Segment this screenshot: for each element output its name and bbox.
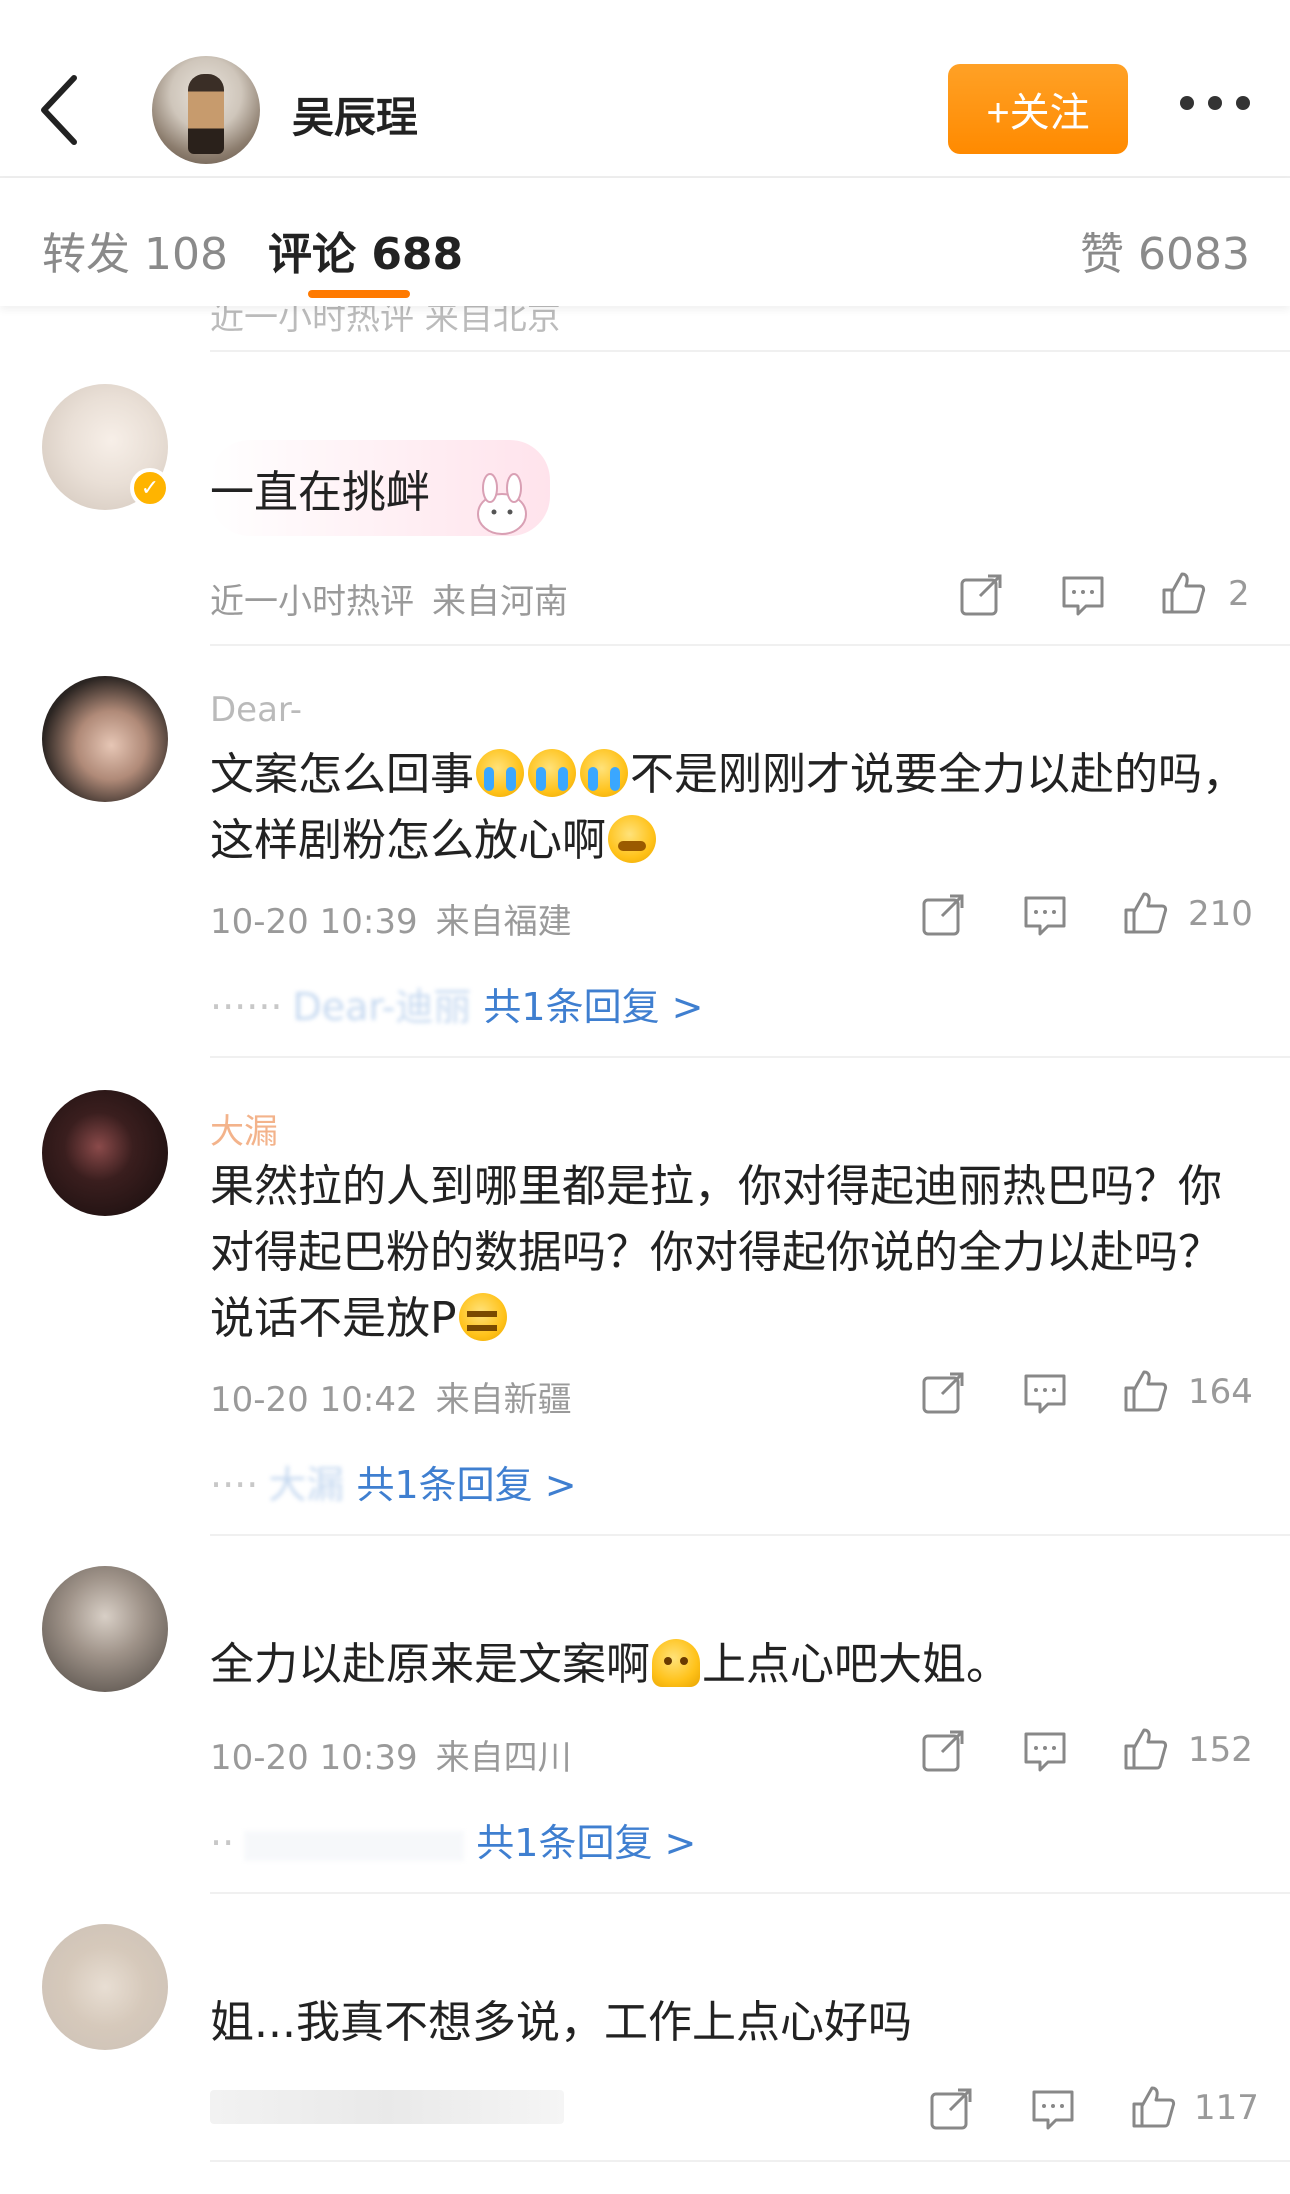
replies-count[interactable]: 共1条回复 >: [356, 1463, 576, 1507]
avatar[interactable]: [42, 676, 168, 802]
share-icon[interactable]: [920, 1370, 966, 1416]
tab-reposts[interactable]: 转发 108: [42, 218, 228, 282]
replies-link[interactable]: ·· 共1条回复 >: [210, 1812, 696, 1867]
comment-text-part: 文案怎么回事: [210, 749, 474, 800]
active-tab-indicator: [308, 290, 410, 298]
comment-text-part: 上点心吧大姐。: [702, 1639, 1010, 1690]
cry-emoji-icon: [476, 749, 524, 797]
smirk-emoji-icon: [458, 1293, 507, 1341]
comment-meta: 10-20 10:39 来自福建: [210, 894, 572, 943]
share-icon[interactable]: [958, 572, 1004, 618]
comment-text: 姐...我真不想多说，工作上点心好吗: [210, 1997, 912, 2048]
like-icon[interactable]: [1122, 1726, 1168, 1772]
avatar[interactable]: [42, 1924, 168, 2050]
comment-icon[interactable]: [1030, 2086, 1076, 2132]
like-icon[interactable]: [1122, 890, 1168, 936]
cry-emoji-icon: [580, 749, 628, 797]
follow-button[interactable]: +关注: [948, 64, 1128, 154]
comment-time: 近一小时热评: [210, 582, 414, 622]
comment-username[interactable]: Dear-: [210, 690, 302, 730]
tab-bar: 转发 108 评论 688 赞 6083: [0, 178, 1290, 306]
divider: [210, 1534, 1290, 1536]
like-icon[interactable]: [1130, 2084, 1176, 2130]
like-count: 2: [1228, 574, 1250, 614]
comment-time: 10-20 10:39: [210, 1738, 418, 1778]
comment-text-part: 全力以赴原来是文案啊: [210, 1639, 650, 1690]
divider: [210, 1056, 1290, 1058]
avatar[interactable]: [42, 1566, 168, 1692]
comment-meta: 10-20 10:39 来自四川: [210, 1730, 572, 1779]
comment-icon[interactable]: [1022, 1370, 1068, 1416]
replies-link[interactable]: ···· 大漏 共1条回复 >: [210, 1454, 577, 1509]
comment-text: 果然拉的人到哪里都是拉，你对得起迪丽热巴吗？你对得起巴粉的数据吗？你对得起你说的…: [210, 1154, 1250, 1352]
replies-count[interactable]: 共1条回复 >: [476, 1821, 696, 1865]
comment-meta: 近一小时热评 来自河南: [210, 574, 568, 623]
like-count: 152: [1188, 1730, 1253, 1770]
back-icon[interactable]: [30, 70, 90, 150]
reply-preview: [244, 1830, 465, 1861]
comment-username[interactable]: 大漏: [210, 1104, 278, 1153]
comment-text: 文案怎么回事 不是刚刚才说要全力以赴的吗，这样剧粉怎么放心啊: [210, 742, 1250, 874]
melting-emoji-icon: [652, 1639, 700, 1687]
verified-badge-icon: ✓: [130, 468, 170, 508]
like-count: 117: [1194, 2088, 1259, 2128]
reply-preview: Dear-迪丽: [292, 985, 472, 1029]
replies-count[interactable]: 共1条回复 >: [483, 985, 703, 1029]
redacted-meta: [210, 2090, 564, 2124]
avatar[interactable]: [152, 56, 260, 164]
comment-meta: 10-20 10:42 来自新疆: [210, 1372, 572, 1421]
cry-emoji-icon: [528, 749, 576, 797]
avatar[interactable]: [42, 1090, 168, 1216]
comment-icon[interactable]: [1060, 572, 1106, 618]
divider: [210, 1892, 1290, 1894]
comment-text: 一直在挑衅: [210, 467, 430, 518]
share-icon[interactable]: [928, 2086, 974, 2132]
tab-comments[interactable]: 评论 688: [268, 218, 463, 282]
comment-location: 来自四川: [435, 1738, 572, 1778]
sob-emoji-icon: [608, 815, 656, 863]
divider: [210, 350, 1290, 352]
share-icon[interactable]: [920, 892, 966, 938]
like-count: 164: [1188, 1372, 1253, 1412]
comment-text: 全力以赴原来是文案啊 上点心吧大姐。: [210, 1632, 1250, 1698]
profile-header: 吴辰珵 +关注: [0, 0, 1290, 176]
like-count: 210: [1188, 894, 1253, 934]
comment-time: 10-20 10:42: [210, 1380, 418, 1420]
more-icon[interactable]: [1180, 96, 1250, 110]
comment-text-part: 果然拉的人到哪里都是拉，你对得起迪丽热巴吗？你对得起巴粉的数据吗？你对得起你说的…: [210, 1161, 1222, 1344]
comment-time: 10-20 10:39: [210, 902, 418, 942]
comment-icon[interactable]: [1022, 892, 1068, 938]
comment-icon[interactable]: [1022, 1728, 1068, 1774]
comment-location: 来自福建: [435, 902, 572, 942]
comment-location: 来自河南: [432, 582, 568, 622]
like-icon[interactable]: [1160, 570, 1206, 616]
bunny-sticker-icon: [470, 470, 534, 540]
comment-location: 来自新疆: [435, 1380, 572, 1420]
divider: [210, 2160, 1290, 2162]
reply-preview: 大漏: [268, 1463, 345, 1507]
replies-link[interactable]: ······ Dear-迪丽 共1条回复 >: [210, 976, 704, 1031]
tab-likes[interactable]: 赞 6083: [1080, 218, 1250, 282]
divider: [210, 644, 1290, 646]
like-icon[interactable]: [1122, 1368, 1168, 1414]
share-icon[interactable]: [920, 1728, 966, 1774]
profile-name[interactable]: 吴辰珵: [292, 84, 418, 145]
